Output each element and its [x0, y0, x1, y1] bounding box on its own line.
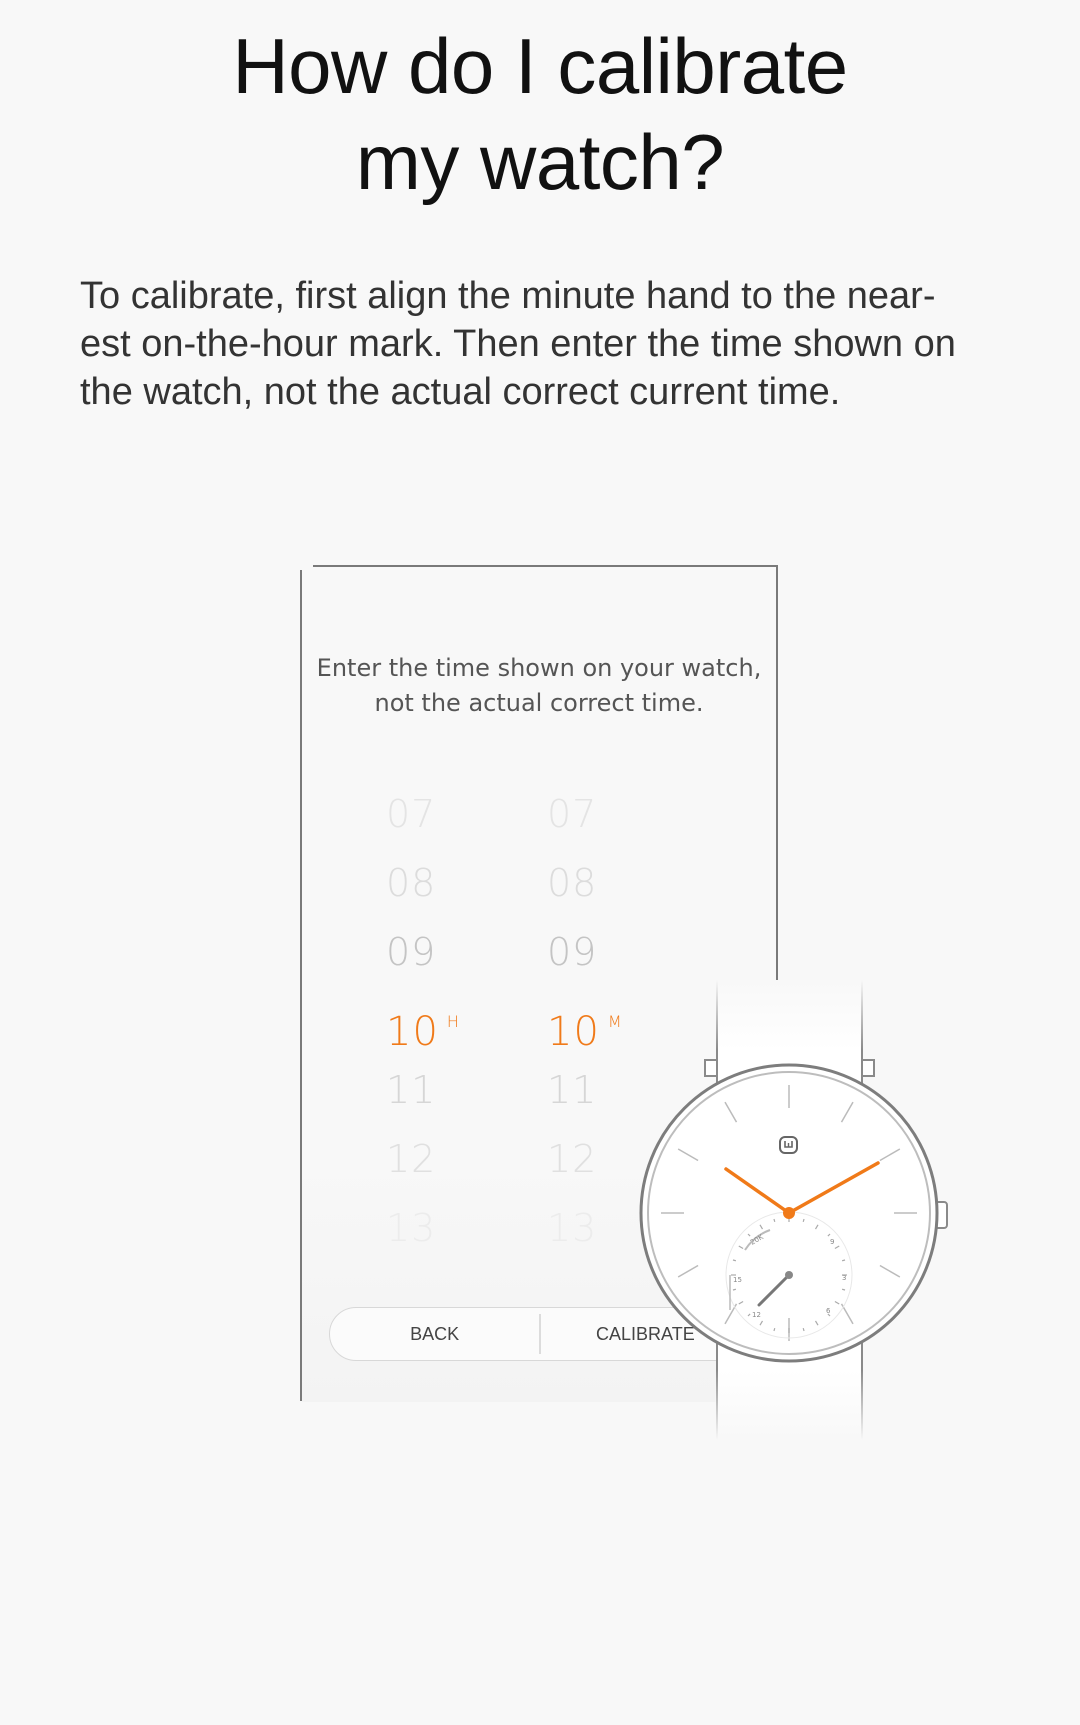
- watch-illustration: 20K 15 12 9 3 6: [639, 980, 948, 1440]
- instructions-paragraph: To calibrate, first align the minute han…: [80, 272, 1020, 416]
- subdial-label: 6: [826, 1307, 831, 1315]
- minute-option[interactable]: 09: [547, 918, 667, 987]
- subdial-label: 9: [830, 1238, 834, 1246]
- hour-option[interactable]: 08: [386, 849, 506, 918]
- subdial-tick: [841, 1259, 846, 1262]
- instructions-line-3: the watch, not the actual correct curren…: [80, 371, 841, 413]
- selected-hour-value: 10: [386, 1009, 439, 1055]
- minute-unit-label: M: [607, 1012, 623, 1031]
- hour-option-selected[interactable]: 10 H: [386, 987, 506, 1056]
- subdial-tick: [732, 1288, 737, 1291]
- page-title: How do I calibrate my watch?: [0, 18, 1080, 210]
- hour-unit-label: H: [446, 1012, 460, 1031]
- subdial-tick: [802, 1218, 805, 1223]
- page-title-line-2: my watch?: [355, 118, 725, 206]
- hour-option[interactable]: 07: [386, 780, 506, 849]
- subdial-tick: [732, 1259, 737, 1262]
- hour-option[interactable]: 09: [386, 918, 506, 987]
- hour-option[interactable]: 13: [386, 1194, 506, 1263]
- prompt-line-2: not the actual correct time.: [374, 689, 704, 717]
- instructions-line-2: est on-the-hour mark. Then enter the tim…: [80, 323, 956, 365]
- prompt-line-1: Enter the time shown on your watch,: [316, 654, 762, 682]
- minute-option[interactable]: 07: [547, 780, 667, 849]
- back-button[interactable]: BACK: [330, 1308, 539, 1360]
- subdial-tick: [773, 1327, 776, 1332]
- calibration-prompt: Enter the time shown on your watch, not …: [302, 651, 776, 721]
- phone-frame-gap: [299, 564, 313, 570]
- subdial-tick: [773, 1218, 776, 1223]
- selected-minute-value: 10: [547, 1009, 600, 1055]
- subdial-tick: [841, 1288, 846, 1291]
- subdial-label: 12: [752, 1311, 761, 1319]
- minute-option[interactable]: 08: [547, 849, 667, 918]
- hour-picker[interactable]: 07 08 09 10 H 11 12 13: [386, 780, 506, 1263]
- instructions-line-1: To calibrate, first align the minute han…: [80, 275, 936, 317]
- subdial-label: 3: [842, 1274, 846, 1282]
- subdial-label: 15: [733, 1276, 742, 1284]
- hour-option[interactable]: 11: [386, 1056, 506, 1125]
- hour-option[interactable]: 12: [386, 1125, 506, 1194]
- page-title-line-1: How do I calibrate: [232, 22, 848, 110]
- subdial-tick: [802, 1327, 805, 1332]
